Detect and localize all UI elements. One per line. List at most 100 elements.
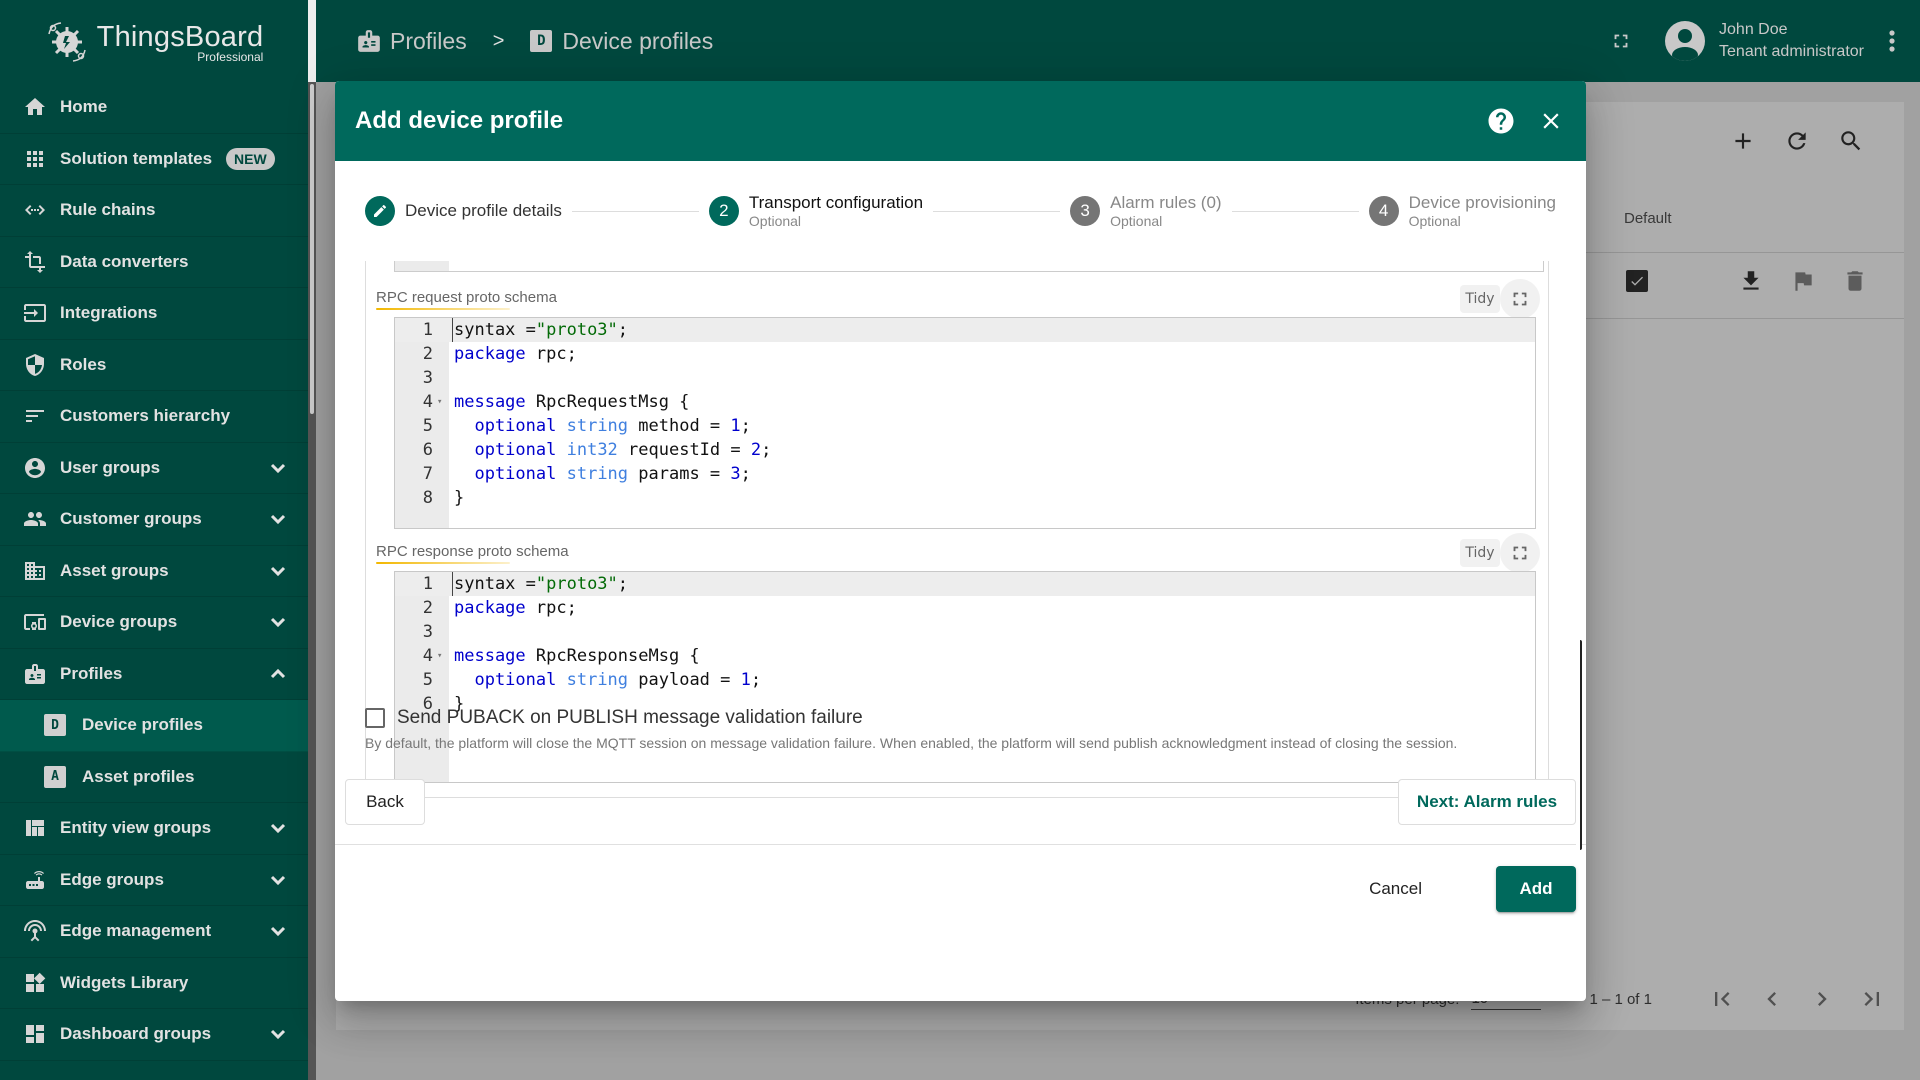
sidebar-item-integrations[interactable]: Integrations [0,288,308,340]
more-menu-button[interactable] [1880,21,1904,61]
sidebar-item-asset-profiles[interactable]: A Asset profiles [0,751,308,803]
tidy-button[interactable]: Tidy [1460,285,1500,313]
sidebar-item-widgets-library[interactable]: Widgets Library [0,958,308,1009]
line-number: 8 [422,488,433,508]
code-line[interactable]: 3 [395,366,1535,390]
sidebar-item-roles[interactable]: Roles [0,340,308,391]
chevron-down-icon[interactable] [268,1024,288,1044]
sidebar-item-dashboard-groups[interactable]: Dashboard groups [0,1009,308,1061]
line-number: 7 [422,464,433,484]
breadcrumb-separator: > [492,29,505,52]
sidebar-item-label: Integrations [60,303,158,323]
code-line[interactable]: 5 optional string payload = 1; [395,668,1535,692]
cancel-button[interactable]: Cancel [1353,866,1438,912]
chevron-down-icon[interactable] [268,870,288,890]
code-line[interactable]: 3 [395,620,1535,644]
sidebar-item-label: Edge management [60,921,212,941]
sidebar-item-device-profiles[interactable]: D Device profiles [0,700,308,752]
step-optional: Optional [1408,213,1461,229]
code-text: message RpcRequestMsg { [454,392,690,412]
code-line[interactable]: 4 ▾ message RpcRequestMsg { [395,390,1535,414]
fullscreen-button[interactable] [1603,23,1639,59]
next-alarm-rules-button[interactable]: Next: Alarm rules [1398,779,1576,825]
sidebar-item-customers-hierarchy[interactable]: Customers hierarchy [0,391,308,443]
widgets-icon [22,970,48,996]
code-line[interactable]: 1 syntax ="proto3"; [395,572,1535,596]
breadcrumb: Profiles > D Device profiles [356,28,713,55]
chevron-down-icon[interactable] [268,612,288,632]
code-dots-icon [22,197,48,223]
user-info[interactable]: John Doe Tenant administrator [1719,19,1864,63]
rpc-request-code-editor[interactable]: 1 syntax ="proto3"; 2 package rpc; 3 4 ▾ messag… [394,317,1536,529]
sidebar-item-device-groups[interactable]: Device groups [0,597,308,649]
rpc-response-code-editor[interactable]: 1 syntax ="proto3"; 2 package rpc; 3 4 ▾ messag… [394,571,1536,783]
rpc-request-schema-label: RPC request proto schema [376,289,557,310]
fold-arrow-icon[interactable]: ▾ [437,390,442,414]
sidebar-scrollbar-thumb[interactable] [310,84,314,414]
chevron-down-icon[interactable] [268,921,288,941]
user-avatar[interactable] [1665,21,1706,61]
code-line[interactable]: 7 optional string params = 3; [395,462,1535,486]
sidebar-item-entity-view-groups[interactable]: Entity view groups [0,803,308,855]
tidy-button[interactable]: Tidy [1460,539,1500,567]
router-icon [22,867,48,893]
sidebar-item-user-groups[interactable]: User groups [0,443,308,494]
dialog-scrollbar[interactable] [1576,640,1582,850]
line-number: 3 [422,622,433,642]
help-icon [1488,108,1514,134]
sidebar-item-label: Entity view groups [60,818,212,838]
people-icon [22,506,48,532]
code-line[interactable]: 4 ▾ message RpcResponseMsg { [395,644,1535,668]
puback-checkbox-row[interactable]: Send PUBACK on PUBLISH message validatio… [365,707,863,729]
device-profile-letter-icon: D [42,712,68,738]
code-text: message RpcResponseMsg { [454,646,700,666]
step-alarm-rules[interactable]: 3 Alarm rules (0) Optional [1070,193,1222,229]
sidebar-item-customer-groups[interactable]: Customer groups [0,494,308,546]
chevron-up-icon[interactable] [268,664,288,684]
close-button[interactable] [1536,106,1566,136]
sidebar-item-label: Dashboard groups [60,1024,212,1044]
chevron-down-icon[interactable] [268,561,288,581]
sidebar-item-label: User groups [60,457,161,477]
code-line[interactable]: 6 optional int32 requestId = 2; [395,438,1535,462]
view-quilt-icon [22,815,48,841]
code-line[interactable]: 2 package rpc; [395,596,1535,620]
help-button[interactable] [1486,106,1516,136]
sidebar-item-edge-groups[interactable]: Edge groups [0,855,308,906]
sidebar-item-rule-chains[interactable]: Rule chains [0,185,308,237]
step-device-profile-details[interactable]: Device profile details [365,196,562,226]
chevron-down-icon[interactable] [268,818,288,838]
antenna-icon [22,918,48,944]
puback-checkbox[interactable] [365,708,385,728]
breadcrumb-profiles[interactable]: Profiles [390,28,467,55]
step-number: 2 [708,196,739,226]
puback-checkbox-label[interactable]: Send PUBACK on PUBLISH message validatio… [397,707,863,729]
puback-hint: By default, the platform will close the … [365,735,1458,751]
step-transport-configuration[interactable]: 2 Transport configuration Optional [708,193,923,229]
code-line[interactable]: 8} [395,486,1535,510]
sidebar-item-data-converters[interactable]: Data converters [0,237,308,288]
fullscreen-editor-button[interactable] [1500,279,1540,319]
sidebar-item-profiles[interactable]: Profiles [0,649,308,700]
sidebar-item-label: Customers hierarchy [60,406,231,426]
chevron-down-icon[interactable] [268,509,288,529]
back-button[interactable]: Back [345,779,425,825]
chevron-down-icon[interactable] [268,458,288,478]
sidebar-item-edge-management[interactable]: Edge management [0,906,308,958]
step-device-provisioning[interactable]: 4 Device provisioning Optional [1368,193,1556,229]
user-role: Tenant administrator [1719,43,1864,60]
add-button[interactable]: Add [1496,866,1576,912]
sidebar-item-solution-templates[interactable]: Solution templates NEW [0,134,308,185]
code-line[interactable]: 5 optional string method = 1; [395,414,1535,438]
account-circle-icon [22,455,48,481]
code-line[interactable]: 1 syntax ="proto3"; [395,318,1535,342]
line-number: 5 [422,670,433,690]
code-line[interactable]: 2 package rpc; [395,342,1535,366]
fullscreen-editor-button[interactable] [1500,533,1540,573]
logo[interactable]: ThingsBoard Professional [0,0,308,82]
fullscreen-icon [1614,34,1628,48]
code-text: package rpc; [454,344,577,364]
fold-arrow-icon[interactable]: ▾ [437,644,442,668]
sidebar-item-home[interactable]: Home [0,82,308,134]
sidebar-item-asset-groups[interactable]: Asset groups [0,546,308,597]
